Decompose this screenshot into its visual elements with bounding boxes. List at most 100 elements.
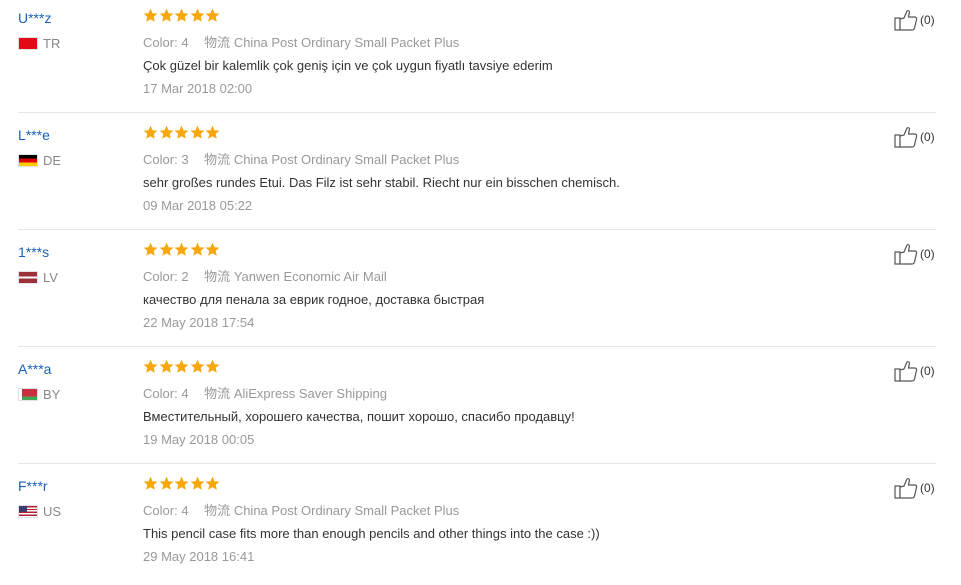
review-date: 19 May 2018 00:05 bbox=[143, 432, 255, 447]
color-label: Color: bbox=[143, 386, 178, 401]
star-icon bbox=[190, 476, 204, 490]
shipping-method: China Post Ordinary Small Packet Plus bbox=[233, 152, 460, 167]
country-code: US bbox=[43, 504, 62, 519]
reviewer-country: US bbox=[18, 504, 61, 519]
order-info: Color: 4 物流 AliExpress Saver Shipping bbox=[143, 383, 387, 402]
star-icon bbox=[143, 359, 158, 373]
shipping-method: China Post Ordinary Small Packet Plus bbox=[233, 35, 460, 50]
review-divider bbox=[18, 463, 936, 464]
star-icon bbox=[143, 476, 158, 490]
star-icon bbox=[190, 242, 204, 256]
country-code: TR bbox=[43, 36, 61, 51]
star-icon bbox=[174, 476, 189, 490]
star-icon bbox=[159, 476, 173, 490]
country-flag-icon bbox=[18, 505, 38, 518]
star-icon bbox=[174, 359, 189, 373]
review-item: 1***s LV Color: 2 物流 Yanwen Economic Air… bbox=[0, 234, 961, 351]
helpful-count: (0) bbox=[920, 13, 935, 27]
review-item: A***a BY Color: 4 物流 AliExpress Saver Sh… bbox=[0, 351, 961, 468]
review-item: L***e DE Color: 3 物流 China Post Ordinary… bbox=[0, 117, 961, 234]
helpful-count: (0) bbox=[920, 247, 935, 261]
review-item: U***z TR Color: 4 物流 China Post Ordinary… bbox=[0, 0, 961, 117]
review-date: 29 May 2018 16:41 bbox=[143, 549, 255, 564]
star-icon bbox=[143, 125, 158, 139]
review-date: 17 Mar 2018 02:00 bbox=[143, 81, 253, 96]
helpful-button[interactable]: (0) bbox=[894, 9, 935, 31]
reviewer-country: BY bbox=[18, 387, 60, 402]
review-text: Çok güzel bir kalemlik çok geniş için ve… bbox=[143, 58, 553, 73]
reviewer-country: DE bbox=[18, 153, 61, 168]
thumbs-up-icon bbox=[894, 10, 918, 31]
review-item: F***r US Color: 4 物流 China Post Ordinary… bbox=[0, 468, 961, 585]
star-rating bbox=[143, 359, 221, 374]
star-icon bbox=[190, 125, 204, 139]
shipping-label: 物流 bbox=[204, 503, 231, 518]
review-list: U***z TR Color: 4 物流 China Post Ordinary… bbox=[0, 0, 961, 580]
reviewer-name[interactable]: U***z bbox=[18, 10, 51, 26]
star-icon bbox=[174, 125, 189, 139]
thumbs-up-icon bbox=[894, 244, 918, 265]
thumbs-up-icon bbox=[894, 127, 918, 148]
order-info: Color: 3 物流 China Post Ordinary Small Pa… bbox=[143, 149, 459, 168]
color-value: 4 bbox=[181, 386, 189, 401]
star-icon bbox=[205, 8, 220, 22]
review-divider bbox=[18, 229, 936, 230]
reviewer-name[interactable]: 1***s bbox=[18, 244, 49, 260]
star-icon bbox=[190, 8, 204, 22]
star-icon bbox=[174, 242, 189, 256]
star-icon bbox=[190, 359, 204, 373]
review-text: sehr großes rundes Etui. Das Filz ist se… bbox=[143, 175, 620, 190]
thumbs-up-icon bbox=[894, 361, 918, 382]
shipping-method: AliExpress Saver Shipping bbox=[233, 386, 388, 401]
country-code: BY bbox=[43, 387, 61, 402]
star-icon bbox=[205, 359, 220, 373]
shipping-method: Yanwen Economic Air Mail bbox=[233, 269, 387, 284]
star-rating bbox=[143, 242, 221, 257]
review-divider bbox=[18, 346, 936, 347]
order-info: Color: 2 物流 Yanwen Economic Air Mail bbox=[143, 266, 387, 285]
helpful-count: (0) bbox=[920, 130, 935, 144]
star-icon bbox=[159, 359, 173, 373]
country-code: DE bbox=[43, 153, 62, 168]
star-icon bbox=[205, 125, 220, 139]
shipping-label: 物流 bbox=[204, 35, 231, 50]
reviewer-name[interactable]: A***a bbox=[18, 361, 51, 377]
star-rating bbox=[143, 125, 221, 140]
color-label: Color: bbox=[143, 269, 178, 284]
order-info: Color: 4 物流 China Post Ordinary Small Pa… bbox=[143, 32, 459, 51]
star-icon bbox=[143, 8, 158, 22]
country-flag-icon bbox=[18, 37, 38, 50]
review-text: качество для пенала за еврик годное, дос… bbox=[143, 292, 485, 307]
review-text: Вместительный, хорошего качества, пошит … bbox=[143, 409, 575, 424]
review-date: 22 May 2018 17:54 bbox=[143, 315, 255, 330]
shipping-label: 物流 bbox=[204, 152, 231, 167]
star-icon bbox=[205, 476, 220, 490]
helpful-button[interactable]: (0) bbox=[894, 243, 935, 265]
review-text: This pencil case fits more than enough p… bbox=[143, 526, 600, 541]
star-icon bbox=[159, 8, 173, 22]
review-divider bbox=[18, 112, 936, 113]
country-code: LV bbox=[43, 270, 58, 285]
review-date: 09 Mar 2018 05:22 bbox=[143, 198, 253, 213]
shipping-label: 物流 bbox=[204, 386, 231, 401]
helpful-button[interactable]: (0) bbox=[894, 126, 935, 148]
reviewer-name[interactable]: L***e bbox=[18, 127, 50, 143]
reviewer-name[interactable]: F***r bbox=[18, 478, 48, 494]
color-value: 4 bbox=[181, 503, 189, 518]
thumbs-up-icon bbox=[894, 478, 918, 499]
star-icon bbox=[159, 125, 173, 139]
country-flag-icon bbox=[18, 388, 38, 401]
star-icon bbox=[143, 242, 158, 256]
color-value: 3 bbox=[181, 152, 189, 167]
shipping-label: 物流 bbox=[204, 269, 231, 284]
country-flag-icon bbox=[18, 271, 38, 284]
color-value: 4 bbox=[181, 35, 189, 50]
color-label: Color: bbox=[143, 35, 178, 50]
star-rating bbox=[143, 8, 221, 23]
country-flag-icon bbox=[18, 154, 38, 167]
helpful-button[interactable]: (0) bbox=[894, 360, 935, 382]
color-label: Color: bbox=[143, 503, 178, 518]
helpful-count: (0) bbox=[920, 481, 935, 495]
helpful-button[interactable]: (0) bbox=[894, 477, 935, 499]
order-info: Color: 4 物流 China Post Ordinary Small Pa… bbox=[143, 500, 459, 519]
